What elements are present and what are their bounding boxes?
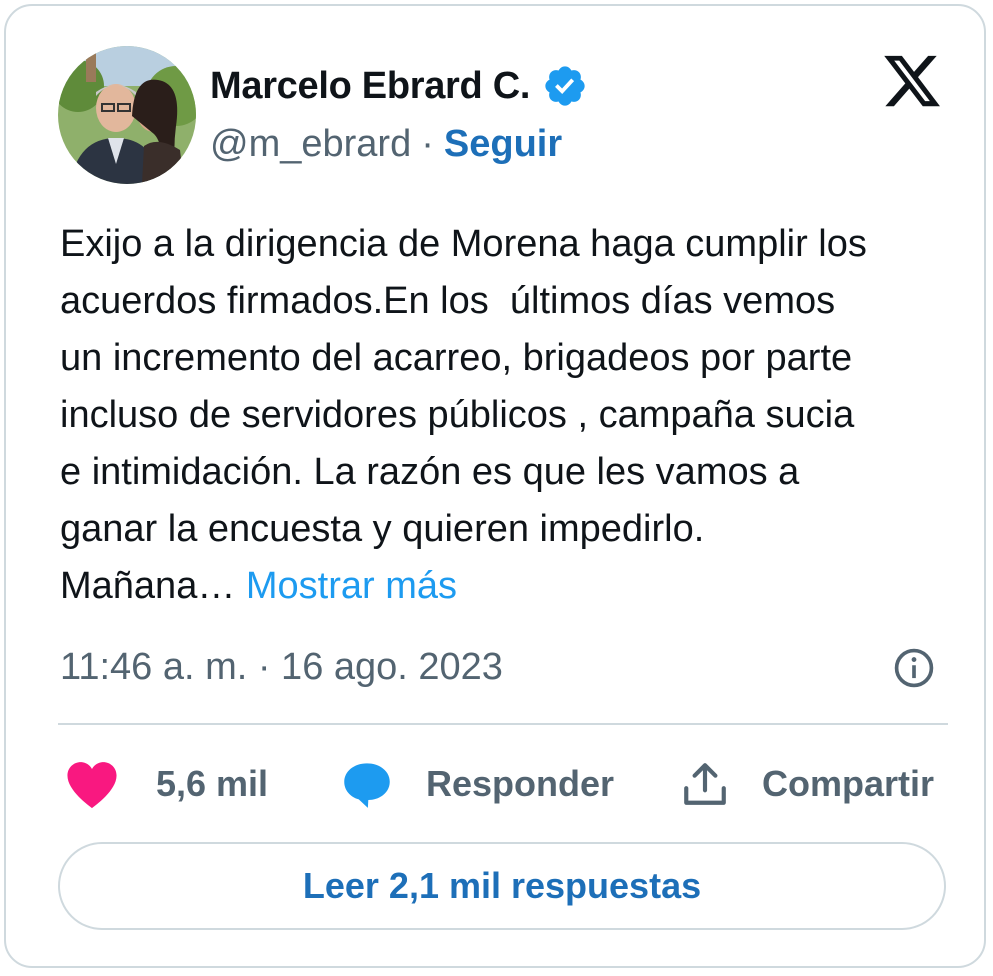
- heart-icon: [67, 762, 117, 809]
- share-label: Compartir: [762, 763, 935, 804]
- verified-badge-icon: [545, 66, 585, 106]
- share-button[interactable]: Compartir: [680, 754, 934, 814]
- tweet-line: incluso de servidores públicos , campaña…: [60, 394, 855, 436]
- tweet-last-line: Mañana… Mostrar más: [60, 558, 960, 615]
- read-replies-button[interactable]: Leer 2,1 mil respuestas: [58, 842, 946, 930]
- follow-button[interactable]: Seguir: [444, 123, 562, 166]
- info-icon[interactable]: [892, 646, 936, 690]
- tweet-line: ganar la encuesta y quieren impedirlo.: [60, 508, 705, 550]
- separator-dot: ·: [421, 122, 434, 165]
- like-count: 5,6 mil: [156, 763, 269, 804]
- tweet-line: e intimidación. La razón es que les vamo…: [60, 451, 800, 493]
- author-handle-row: @m_ebrard · Seguir: [210, 120, 562, 168]
- author-name-row: Marcelo Ebrard C.: [210, 62, 588, 110]
- author-handle[interactable]: @m_ebrard: [210, 123, 411, 166]
- tweet-line-truncated: Mañana…: [60, 565, 236, 607]
- tweet-line: un incremento del acarreo, brigadeos por…: [60, 337, 853, 379]
- divider: [58, 723, 948, 725]
- action-bar: 5,6 mil Responder Compartir: [60, 754, 950, 814]
- tweet-card: Marcelo Ebrard C. @m_ebrard · Seguir Exi…: [4, 4, 986, 968]
- reply-button[interactable]: Responder: [340, 754, 614, 814]
- author-display-name[interactable]: Marcelo Ebrard C.: [210, 65, 530, 108]
- tweet-line: Exijo a la dirigencia de Morena haga cum…: [60, 223, 867, 265]
- tweet-line: acuerdos firmados.En los últimos días ve…: [60, 280, 836, 322]
- avatar-photo: [58, 46, 196, 184]
- speech-bubble-icon: [344, 763, 390, 808]
- upload-icon: [684, 763, 726, 805]
- like-button[interactable]: 5,6 mil: [64, 754, 268, 814]
- tweet-timestamp[interactable]: 11:46 a. m. · 16 ago. 2023: [60, 642, 503, 692]
- avatar[interactable]: [58, 46, 196, 184]
- reply-label: Responder: [426, 763, 615, 804]
- show-more-link[interactable]: Mostrar más: [246, 565, 457, 607]
- x-logo-icon[interactable]: [880, 50, 944, 112]
- tweet-text: Exijo a la dirigencia de Morena haga cum…: [60, 216, 960, 615]
